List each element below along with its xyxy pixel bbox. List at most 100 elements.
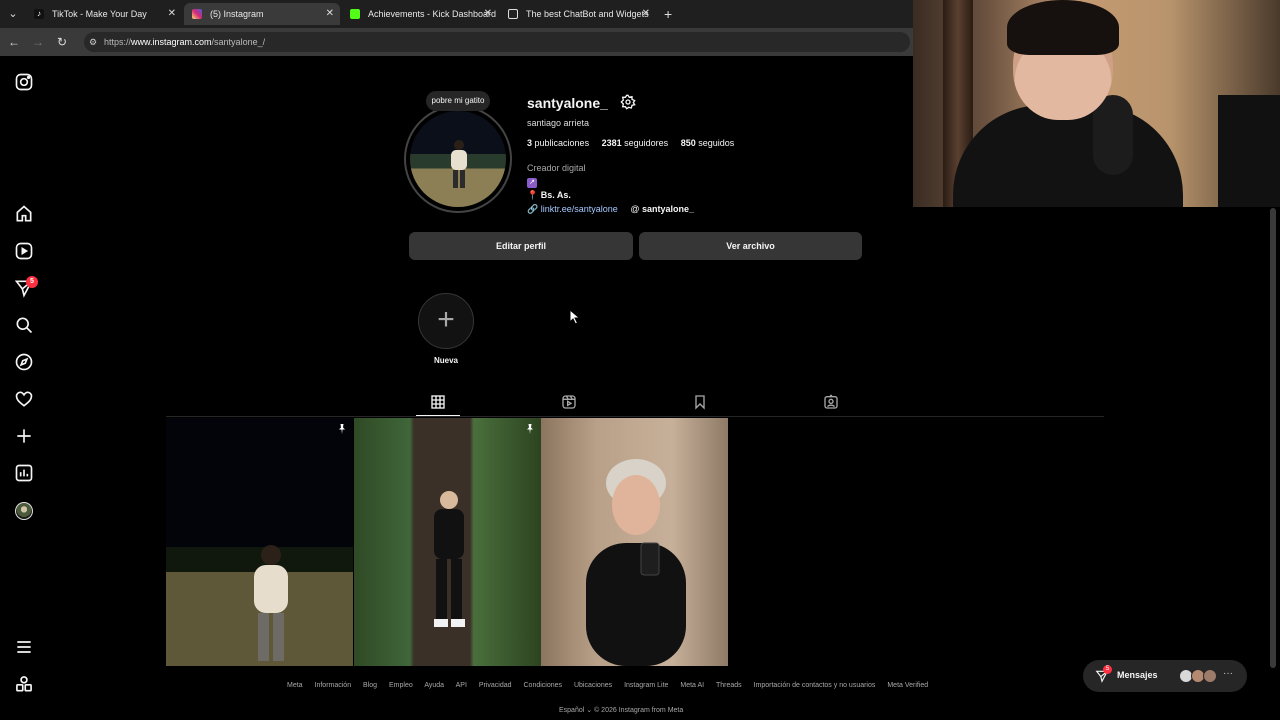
messages-drawer-button[interactable]: 5 Mensajes ··· <box>1083 660 1247 692</box>
person-figure-icon <box>451 140 467 188</box>
url-prefix: https:// <box>104 37 132 47</box>
arrow-emoji-icon: ↗ <box>527 178 537 188</box>
tab-title: Achievements - Kick Dashboard <box>368 9 497 19</box>
also-from-meta-icon[interactable] <box>14 674 34 694</box>
new-tab-icon[interactable]: + <box>664 4 672 24</box>
profile-username: santyalone_ <box>527 95 608 111</box>
profile-category: Creador digital <box>527 163 586 173</box>
profile-links: 🔗 linktr.ee/santyalone @ santyalone_ <box>527 204 694 215</box>
notifications-badge: 5 <box>26 276 38 288</box>
footer-link[interactable]: Blog <box>363 682 377 689</box>
search-icon[interactable] <box>14 315 34 335</box>
new-highlight-button[interactable]: + <box>418 293 474 349</box>
home-icon[interactable] <box>14 204 34 224</box>
pinned-icon <box>339 424 345 434</box>
footer-bottom: Español ⌄ © 2026 Instagram from Meta <box>559 706 683 714</box>
tab-title: The best ChatBot and Widgets <box>526 9 649 19</box>
active-tab-indicator <box>416 415 460 416</box>
back-arrow-icon[interactable]: ← <box>6 34 22 50</box>
threads-handle: santyalone_ <box>641 204 694 214</box>
footer-link[interactable]: Instagram Lite <box>624 682 668 689</box>
new-highlight-label: Nueva <box>433 356 458 365</box>
close-tab-icon[interactable]: ✕ <box>168 3 176 25</box>
browser-tab-chatbot[interactable]: The best ChatBot and Widgets ✕ <box>500 3 656 25</box>
more-menu-icon[interactable] <box>14 637 34 657</box>
close-tab-icon[interactable]: ✕ <box>326 3 334 25</box>
footer-link[interactable]: Privacidad <box>479 682 512 689</box>
messages-label: Mensajes <box>1117 670 1158 680</box>
person-figure-icon <box>434 491 465 627</box>
footer-link[interactable]: API <box>456 682 467 689</box>
profile-full-name: santiago arrieta <box>527 118 590 128</box>
location-pin-icon: 📍 <box>527 190 539 200</box>
footer-link[interactable]: Información <box>315 682 352 689</box>
tab-title: TikTok - Make Your Day <box>52 9 147 19</box>
posts-count: 3 <box>527 138 533 148</box>
following-count: 850 <box>680 138 696 148</box>
reels-icon[interactable] <box>14 241 34 261</box>
chevron-down-icon: ⌄ <box>586 707 593 714</box>
tab-posts-grid-icon[interactable] <box>430 394 446 410</box>
view-archive-button[interactable]: Ver archivo <box>639 232 862 260</box>
person-body-shape <box>953 105 1183 207</box>
external-link[interactable]: linktr.ee/santyalone <box>541 204 618 214</box>
dashboard-chart-icon[interactable] <box>14 463 34 483</box>
browser-tab-tiktok[interactable]: ♪ TikTok - Make Your Day ✕ <box>26 3 182 25</box>
browser-tab-instagram[interactable]: (5) Instagram ✕ <box>184 3 340 25</box>
tab-search-chevron-icon[interactable]: ⌄ <box>4 5 22 23</box>
followers-label: seguidores <box>624 138 669 148</box>
footer-link[interactable]: Meta Verified <box>887 682 928 689</box>
settings-gear-icon[interactable] <box>620 94 636 110</box>
footer-link[interactable]: Ubicaciones <box>574 682 612 689</box>
site-info-icon[interactable]: ⚙ <box>89 32 97 52</box>
explore-compass-icon[interactable] <box>14 352 34 372</box>
tiktok-favicon-icon: ♪ <box>34 9 44 19</box>
close-tab-icon[interactable]: ✕ <box>642 3 650 25</box>
reload-icon[interactable]: ↻ <box>54 34 70 50</box>
heart-icon[interactable] <box>14 389 34 409</box>
footer-link[interactable]: Condiciones <box>524 682 563 689</box>
following-stat[interactable]: 850 seguidos <box>681 138 735 148</box>
threads-logo-icon: @ <box>630 204 640 214</box>
footer-link[interactable]: Meta AI <box>680 682 704 689</box>
create-plus-icon[interactable] <box>14 426 34 446</box>
page-scrollbar[interactable] <box>1270 208 1276 668</box>
link-chain-icon: 🔗 <box>527 204 539 214</box>
profile-location: 📍 Bs. As. <box>527 190 571 201</box>
browser-tab-kick[interactable]: Achievements - Kick Dashboard ✕ <box>342 3 498 25</box>
profile-picture[interactable] <box>404 105 512 213</box>
plus-icon: + <box>437 303 455 336</box>
url-field[interactable]: ⚙ https://www.instagram.com/santyalone_/ <box>84 32 910 52</box>
mouse-cursor-icon <box>569 309 581 325</box>
url-host: www.instagram.com <box>131 37 212 47</box>
tab-reels-icon[interactable] <box>561 394 577 410</box>
profile-avatar[interactable] <box>15 502 33 520</box>
pinned-icon <box>527 424 533 434</box>
footer-link[interactable]: Meta <box>287 682 303 689</box>
footer-link[interactable]: Empleo <box>389 682 413 689</box>
tab-tagged-icon[interactable] <box>823 394 839 410</box>
footer-link[interactable]: Importación de contactos y no usuarios <box>754 682 876 689</box>
tab-title: (5) Instagram <box>210 9 264 19</box>
footer-links: Meta Información Blog Empleo Ayuda API P… <box>287 682 938 689</box>
tab-saved-bookmark-icon[interactable] <box>692 394 708 410</box>
messages-badge: 5 <box>1103 665 1112 674</box>
footer-link[interactable]: Ayuda <box>424 682 444 689</box>
instagram-logo-icon[interactable] <box>14 72 34 92</box>
post-thumbnail-doorway[interactable] <box>354 418 541 666</box>
person-figure-icon <box>254 545 288 661</box>
microphone-shape <box>1093 95 1133 175</box>
forward-arrow-icon[interactable]: → <box>30 34 46 50</box>
profile-note[interactable]: pobre mi gatito <box>426 91 490 111</box>
threads-badge[interactable]: @ santyalone_ <box>630 204 694 214</box>
footer-link[interactable]: Threads <box>716 682 742 689</box>
edit-profile-button[interactable]: Editar perfil <box>409 232 633 260</box>
copyright: © 2026 Instagram from Meta <box>594 707 684 714</box>
language-label: Español <box>559 707 585 714</box>
post-thumbnail-night-field[interactable] <box>166 418 353 666</box>
close-tab-icon[interactable]: ✕ <box>484 3 492 25</box>
post-thumbnail-mirror-selfie[interactable] <box>541 418 728 666</box>
profile-photo <box>410 111 506 207</box>
followers-stat[interactable]: 2381 seguidores <box>602 138 669 148</box>
language-selector[interactable]: Español ⌄ <box>559 707 592 714</box>
